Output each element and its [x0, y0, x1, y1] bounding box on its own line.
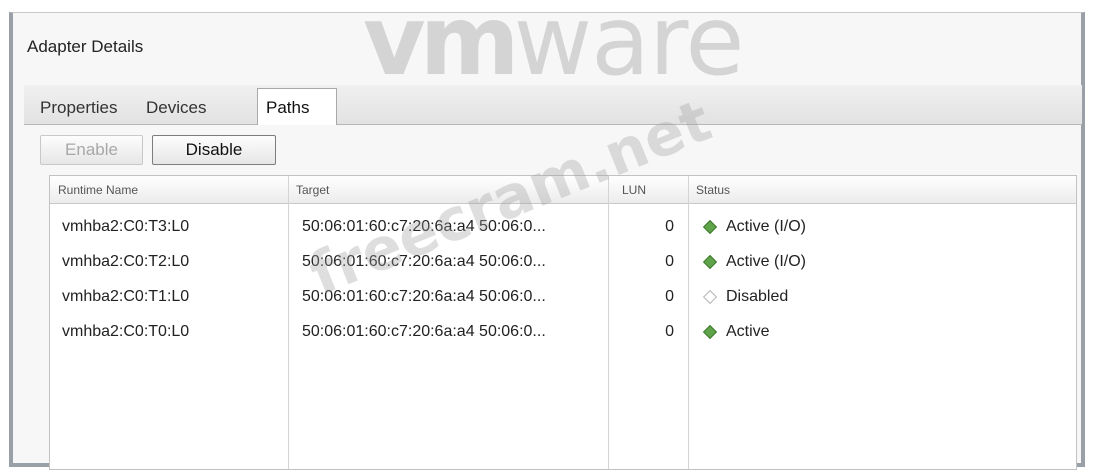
tab-bar: Properties Devices Paths — [24, 85, 1082, 125]
status-cell: Active (I/O) — [726, 253, 807, 270]
target-cell: 50:06:01:60:c7:20:6a:a4 50:06:0... — [302, 323, 546, 340]
enable-button[interactable]: Enable — [40, 135, 143, 165]
lun-cell: 0 — [665, 253, 674, 270]
target-cell: 50:06:01:60:c7:20:6a:a4 50:06:0... — [302, 218, 546, 235]
adapter-details-window: vmware Adapter Details Properties Device… — [9, 0, 1085, 470]
runtime-name-cell: vmhba2:C0:T3:L0 — [62, 218, 190, 235]
column-header-target[interactable]: Target — [288, 176, 608, 204]
empty-diamond-icon — [702, 289, 718, 305]
vmware-logo: vmware — [363, 0, 744, 97]
green-diamond-icon — [702, 219, 718, 235]
status-cell: Disabled — [726, 288, 789, 305]
table-row[interactable]: vmhba2:C0:T2:L0 50:06:01:60:c7:20:6a:a4 … — [50, 245, 1076, 279]
disable-button[interactable]: Disable — [152, 135, 276, 165]
status-cell: Active — [726, 323, 770, 340]
column-header-runtime-name[interactable]: Runtime Name — [50, 176, 288, 204]
table-row[interactable]: vmhba2:C0:T3:L0 50:06:01:60:c7:20:6a:a4 … — [50, 210, 1076, 244]
column-header-lun[interactable]: LUN — [608, 176, 688, 204]
runtime-name-cell: vmhba2:C0:T2:L0 — [62, 253, 190, 270]
lun-cell: 0 — [665, 218, 674, 235]
status-cell: Active (I/O) — [726, 218, 807, 235]
green-diamond-icon — [702, 254, 718, 270]
table-row[interactable]: vmhba2:C0:T1:L0 50:06:01:60:c7:20:6a:a4 … — [50, 280, 1076, 314]
tab-devices[interactable]: Devices — [138, 93, 214, 123]
paths-table: Runtime Name Target LUN Status vmhba2:C0… — [49, 175, 1077, 470]
target-cell: 50:06:01:60:c7:20:6a:a4 50:06:0... — [302, 288, 546, 305]
target-cell: 50:06:01:60:c7:20:6a:a4 50:06:0... — [302, 253, 546, 270]
table-header: Runtime Name Target LUN Status — [50, 176, 1076, 204]
tab-properties[interactable]: Properties — [32, 93, 125, 123]
panel-title: Adapter Details — [27, 37, 144, 56]
column-header-status[interactable]: Status — [688, 176, 1076, 204]
lun-cell: 0 — [665, 323, 674, 340]
runtime-name-cell: vmhba2:C0:T1:L0 — [62, 288, 190, 305]
green-diamond-icon — [702, 324, 718, 340]
runtime-name-cell: vmhba2:C0:T0:L0 — [62, 323, 190, 340]
table-row[interactable]: vmhba2:C0:T0:L0 50:06:01:60:c7:20:6a:a4 … — [50, 315, 1076, 349]
tab-paths[interactable]: Paths — [257, 88, 337, 125]
lun-cell: 0 — [665, 288, 674, 305]
